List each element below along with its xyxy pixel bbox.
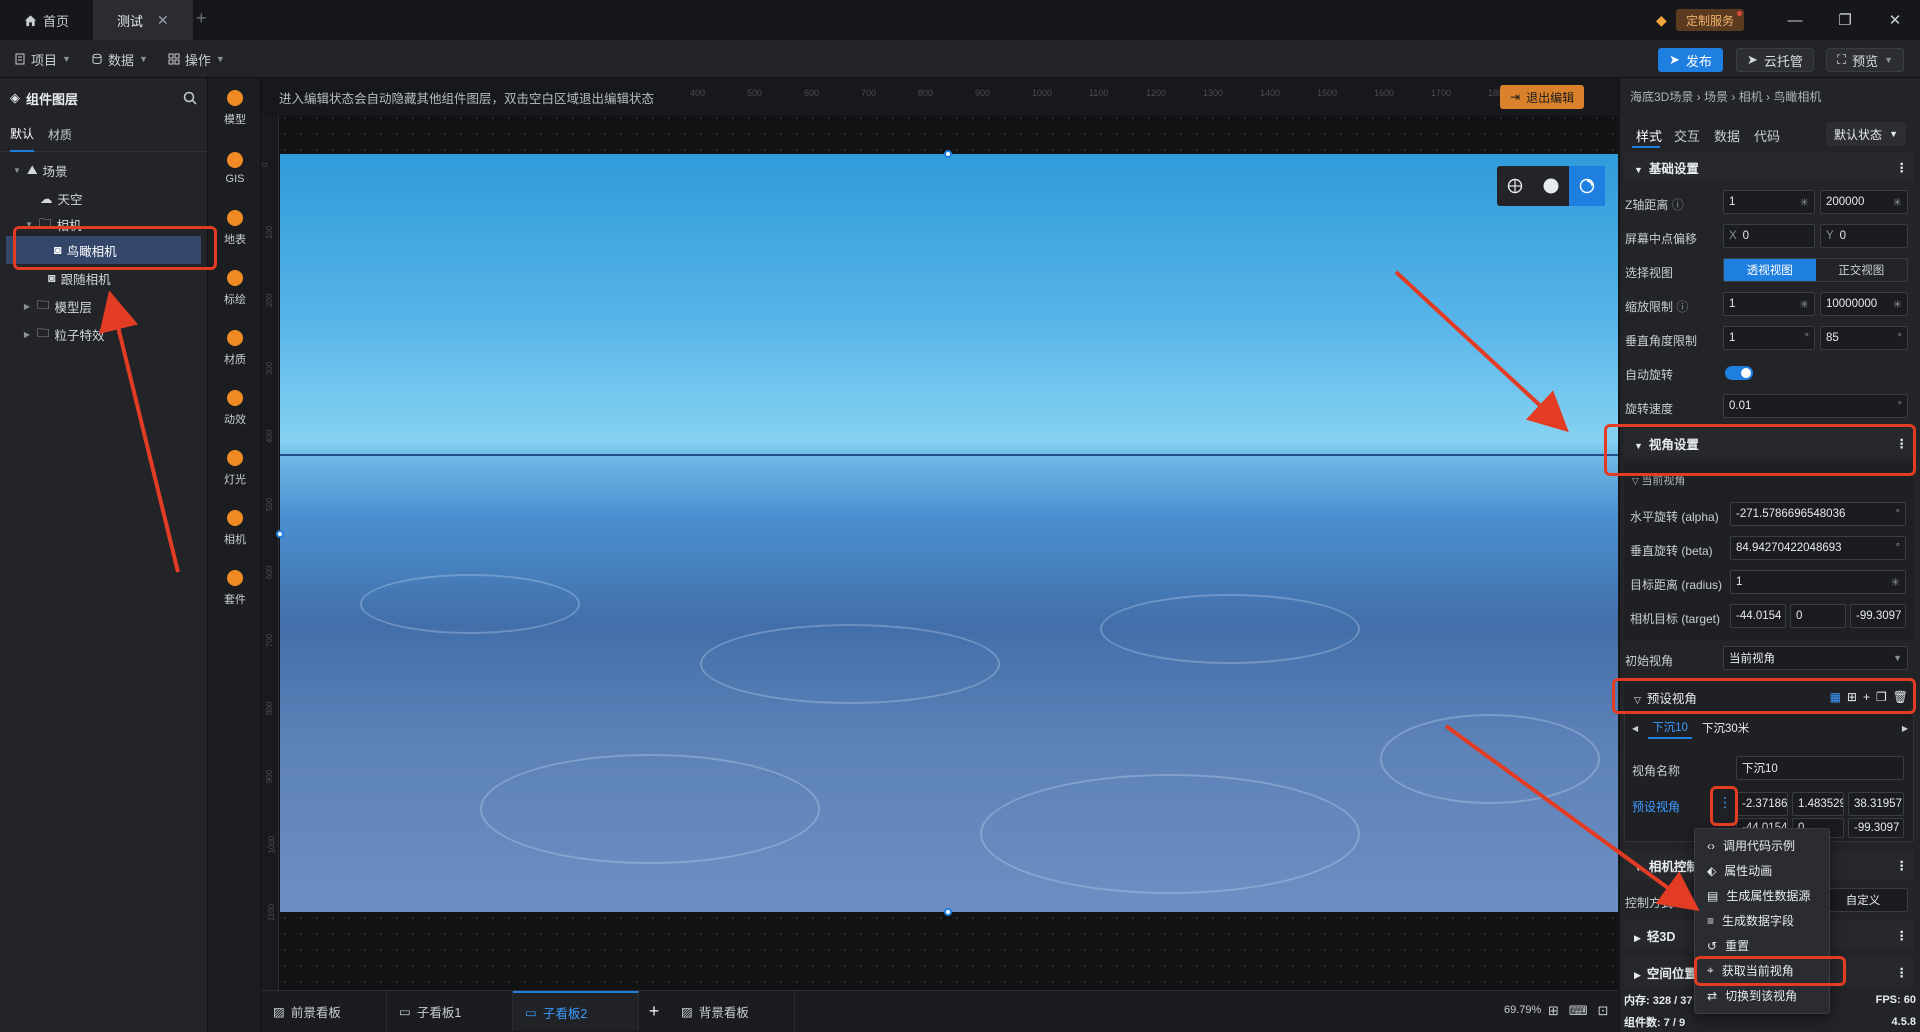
annotation-arrow xyxy=(99,290,180,573)
annotation-arrows xyxy=(99,270,1700,912)
annotation-arrow xyxy=(1444,724,1700,912)
annotation-arrow xyxy=(1394,270,1569,433)
